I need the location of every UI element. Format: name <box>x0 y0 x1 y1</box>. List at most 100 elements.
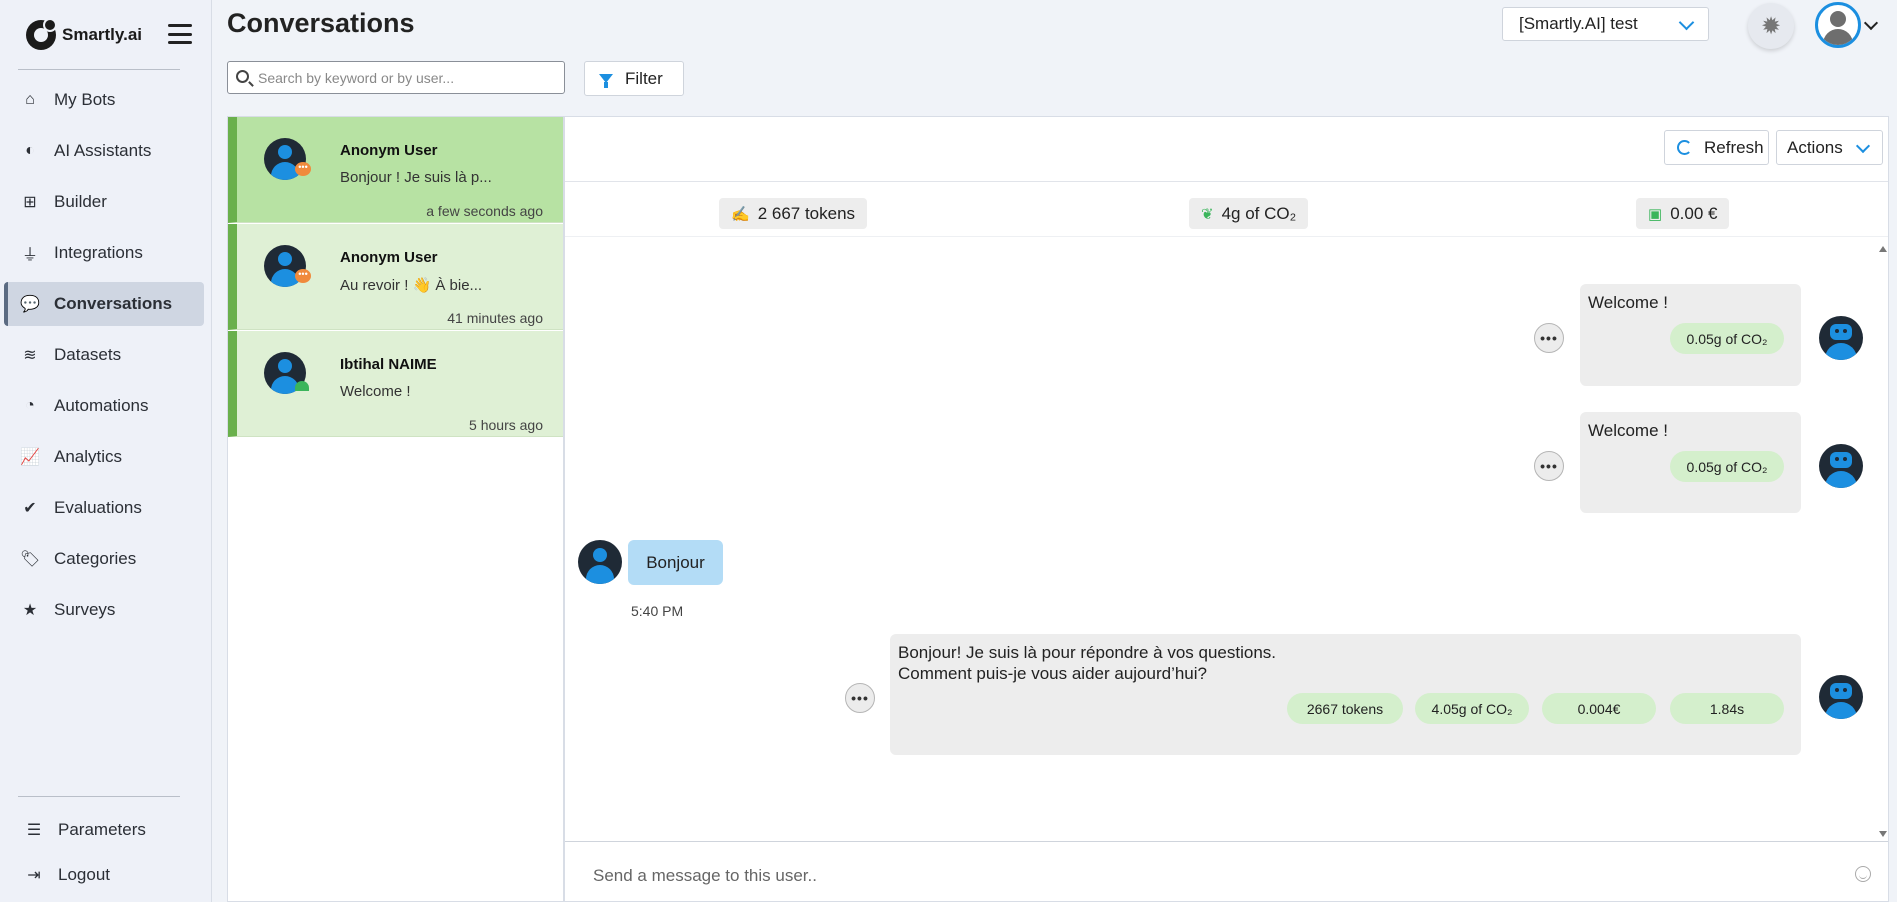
refresh-button[interactable]: Refresh <box>1664 130 1769 165</box>
filter-button[interactable]: Filter <box>584 61 684 96</box>
sidebar-item-datasets[interactable]: ≋ Datasets <box>4 333 204 377</box>
tokens-chip: 2667 tokens <box>1287 693 1403 724</box>
co2-chip: 0.05g of CO₂ <box>1670 323 1784 354</box>
sidebar-item-label: Conversations <box>54 294 173 313</box>
brain-icon: ◐ <box>25 142 35 159</box>
message-input[interactable] <box>593 864 1793 888</box>
message-text-line-2: Comment puis-je vous aider aujourd’hui? <box>898 664 1207 683</box>
chat-toolbar: Refresh Actions <box>565 117 1888 182</box>
bot-avatar <box>1819 444 1863 488</box>
co2-chip: 0.05g of CO₂ <box>1670 451 1784 482</box>
conversation-time: 5 hours ago <box>469 417 543 433</box>
logo[interactable]: Smartly.ai <box>26 18 142 50</box>
message-time: 5:40 PM <box>631 603 684 619</box>
menu-toggle-icon[interactable] <box>168 24 192 44</box>
chevron-down-icon[interactable] <box>1863 15 1879 31</box>
co2-stat: ❦ 4g of CO₂ <box>1189 198 1309 229</box>
bot-selector[interactable]: [Smartly.AI] test <box>1502 7 1709 41</box>
bot-avatar <box>1819 316 1863 360</box>
chevron-down-icon <box>1855 138 1871 154</box>
actions-label: Actions <box>1787 137 1843 157</box>
sun-icon: ✹ <box>1760 12 1782 40</box>
conversation-time: a few seconds ago <box>426 203 543 219</box>
search-input[interactable] <box>258 66 558 90</box>
sidebar-item-label: Categories <box>54 549 137 568</box>
sidebar-item-label: My Bots <box>54 90 116 109</box>
conversation-preview: Welcome ! <box>340 383 411 400</box>
chevron-down-icon <box>1678 14 1695 31</box>
message-options-button[interactable]: ••• <box>1534 451 1564 481</box>
tokens-value: 2 667 tokens <box>757 203 856 223</box>
clock-icon: ◔ <box>25 397 35 414</box>
database-icon: ≋ <box>23 347 37 364</box>
scroll-down-arrow[interactable] <box>1879 831 1887 837</box>
sidebar-item-label: Builder <box>54 192 107 211</box>
message-options-button[interactable]: ••• <box>845 683 875 713</box>
user-message: Bonjour <box>628 540 723 585</box>
sidebar-item-integrations[interactable]: ⏚ Integrations <box>4 231 204 275</box>
list-item[interactable]: ••• Anonym User Au revoir ! 👋 À bie... 4… <box>228 224 563 330</box>
cost-stat: ▣ 0.00 € <box>1636 198 1730 229</box>
message-composer <box>565 841 1888 901</box>
emoji-icon[interactable] <box>1855 866 1871 882</box>
sidebar-item-label: Evaluations <box>54 498 142 517</box>
list-item[interactable]: Ibtihal NAIME Welcome ! 5 hours ago <box>228 331 563 437</box>
sidebar-item-label: Automations <box>54 396 149 415</box>
check-circle-icon: ✔ <box>23 500 37 517</box>
comments-icon: 💬 <box>20 296 40 313</box>
bot-avatar <box>1819 675 1863 719</box>
money-icon: ▣ <box>1648 205 1663 223</box>
sidebar-item-categories[interactable]: 🏷 Categories <box>4 537 204 581</box>
conversation-user-name: Anonym User <box>340 249 438 266</box>
sidebar-item-label: Analytics <box>54 447 123 466</box>
message-text: Welcome ! <box>1588 293 1668 312</box>
sidebar-item-label: Parameters <box>58 820 146 839</box>
sidebar-item-surveys[interactable]: ★ Surveys <box>4 588 204 632</box>
search-box[interactable] <box>227 61 565 94</box>
list-item[interactable]: ••• Anonym User Bonjour ! Je suis là p..… <box>228 117 563 223</box>
sidebar-item-ai-assistants[interactable]: ◐ AI Assistants <box>4 129 204 173</box>
page-title: Conversations <box>227 8 415 38</box>
sidebar-item-label: Integrations <box>54 243 143 262</box>
sidebar-divider <box>18 69 180 70</box>
sidebar-item-label: Surveys <box>54 600 116 619</box>
user-avatar-button[interactable] <box>1815 2 1861 48</box>
theme-toggle-button[interactable]: ✹ <box>1748 3 1794 49</box>
sidebar-item-parameters[interactable]: ☰ Parameters <box>4 810 204 850</box>
chat-panel: Refresh Actions ✍ 2 667 tokens ❦ 4g of C… <box>564 116 1889 902</box>
message-options-button[interactable]: ••• <box>1534 323 1564 353</box>
user-avatar <box>578 540 622 584</box>
message-text-line-1: Bonjour! Je suis là pour répondre à vos … <box>898 643 1277 662</box>
bot-selector-value: [Smartly.AI] test <box>1519 14 1638 33</box>
duration-chip: 1.84s <box>1670 693 1784 724</box>
chat-bubble-icon: ••• <box>295 269 311 283</box>
sidebar-item-analytics[interactable]: 📈 Analytics <box>4 435 204 479</box>
tag-icon: 🏷 <box>19 551 41 568</box>
star-icon: ★ <box>22 602 38 619</box>
sidebar-bottom-nav: ☰ Parameters ⇥ Logout <box>4 810 204 900</box>
actions-dropdown[interactable]: Actions <box>1776 130 1883 165</box>
sidebar-item-logout[interactable]: ⇥ Logout <box>4 855 204 895</box>
conversation-list: ••• Anonym User Bonjour ! Je suis là p..… <box>227 116 564 902</box>
sidebar-item-conversations[interactable]: 💬 Conversations <box>4 282 204 326</box>
co2-chip: 4.05g of CO₂ <box>1415 693 1529 724</box>
cost-chip: 0.004€ <box>1542 693 1656 724</box>
sidebar-nav: ⌂ My Bots ◐ AI Assistants ⊞ Builder ⏚ In… <box>4 78 204 639</box>
sidebar-item-label: AI Assistants <box>54 141 152 160</box>
scroll-up-arrow[interactable] <box>1879 246 1887 252</box>
logout-icon: ⇥ <box>27 867 41 884</box>
sidebar-item-builder[interactable]: ⊞ Builder <box>4 180 204 224</box>
search-icon <box>236 70 249 83</box>
sidebar-divider <box>18 796 180 797</box>
plug-icon: ⏚ <box>21 247 38 264</box>
sitemap-icon: ⊞ <box>23 194 37 211</box>
conversation-user-name: Ibtihal NAIME <box>340 356 437 373</box>
sidebar-item-my-bots[interactable]: ⌂ My Bots <box>4 78 204 122</box>
filter-label: Filter <box>625 68 663 88</box>
co2-value: 4g of CO₂ <box>1221 203 1297 223</box>
message-text: Welcome ! <box>1588 421 1668 440</box>
sidebar-item-automations[interactable]: ◔ Automations <box>4 384 204 428</box>
refresh-label: Refresh <box>1704 137 1764 157</box>
sliders-icon: ☰ <box>26 822 42 839</box>
sidebar-item-evaluations[interactable]: ✔ Evaluations <box>4 486 204 530</box>
